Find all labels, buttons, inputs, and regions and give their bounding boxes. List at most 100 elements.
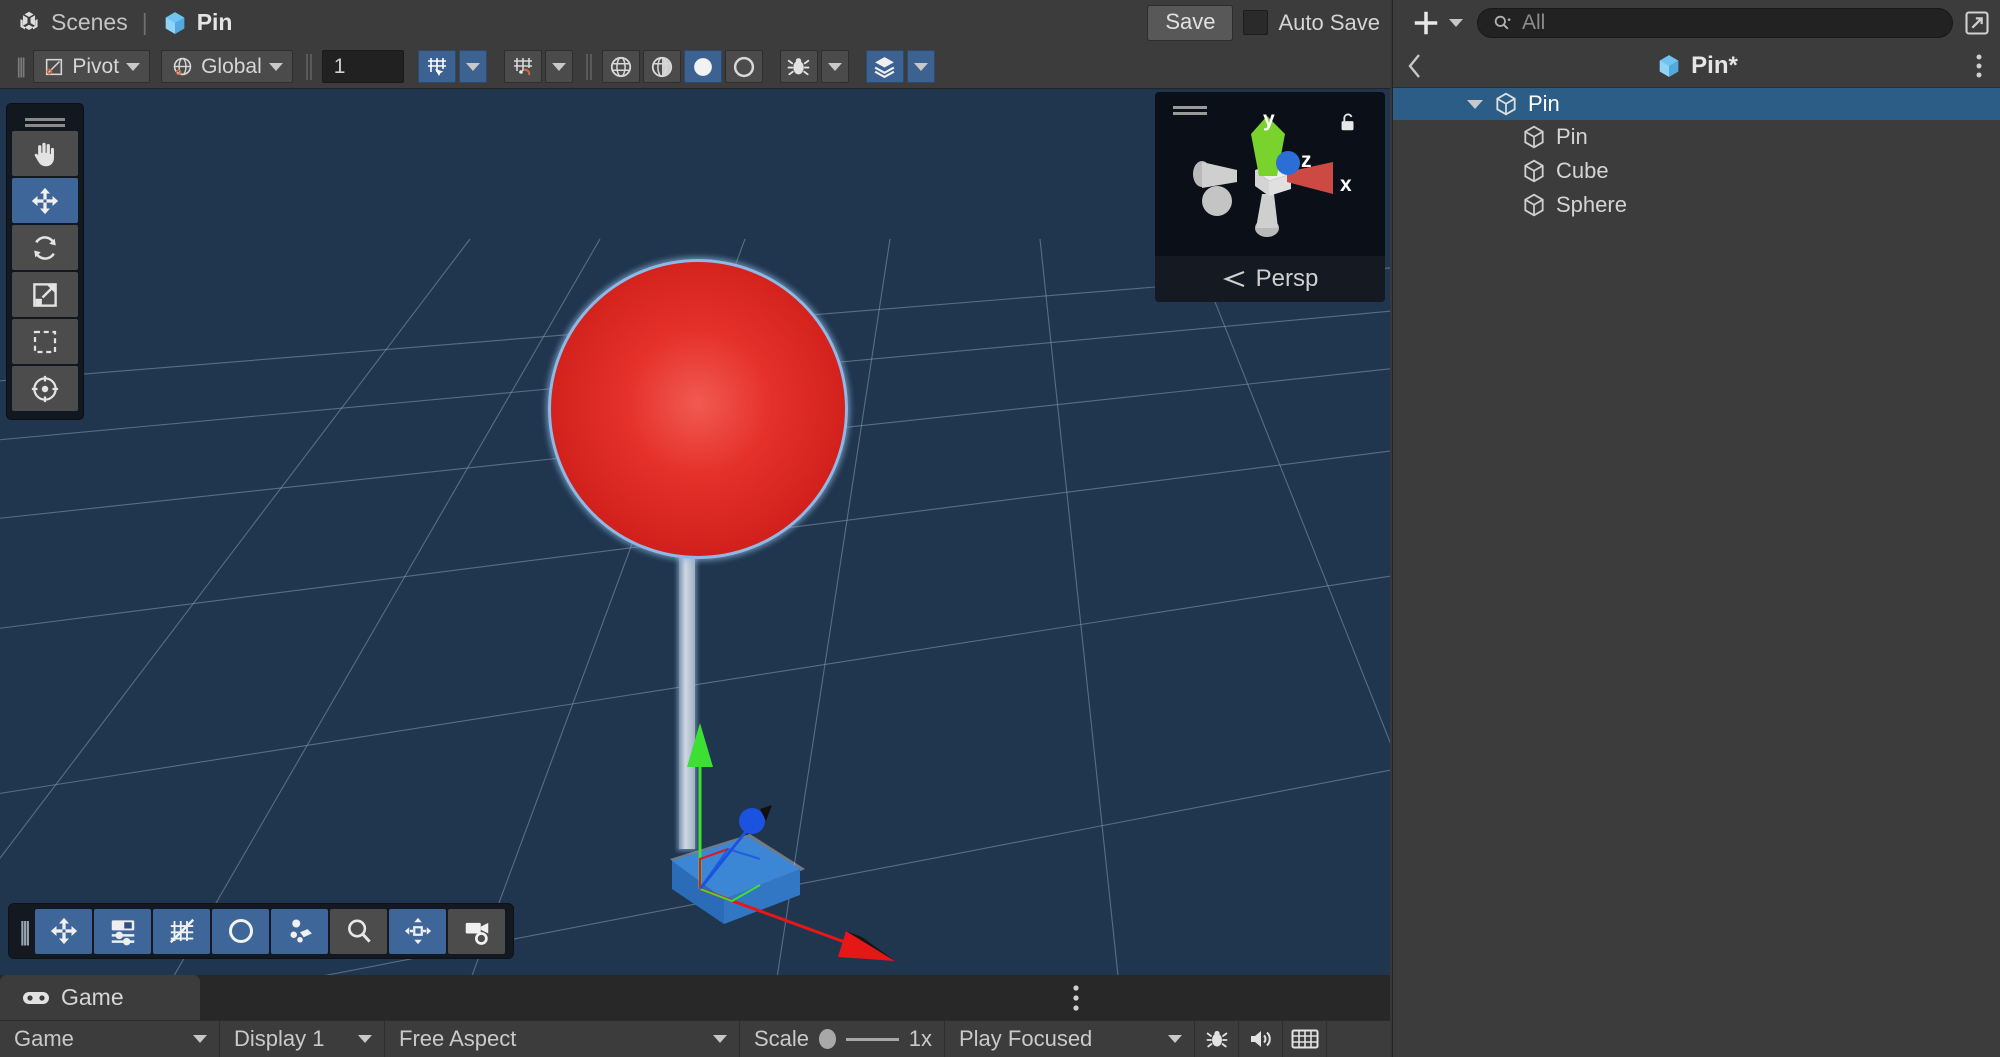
game-display-dropdown[interactable]: Display 1 [220,1020,385,1057]
move-arrows-icon [30,186,60,216]
overlay-toolbar-grip[interactable]: ||| [13,916,35,947]
breadcrumb-separator: | [141,9,148,35]
scene-view-camera-mode-button[interactable] [601,50,640,83]
game-panel-kebab-menu-icon[interactable] [1072,984,1080,1012]
grid-visibility-toggle[interactable] [503,50,542,83]
hierarchy-item-child-pin[interactable]: Pin [1393,120,2000,154]
rect-tool[interactable] [12,319,78,364]
hierarchy-prefab-header: Pin* [1393,45,2000,88]
chevron-down-icon [1449,18,1463,27]
rotate-tool[interactable] [12,225,78,270]
overlay-grid-and-snap[interactable] [153,908,211,954]
hierarchy-search-input[interactable]: All [1477,7,1953,38]
transform-tool[interactable] [12,366,78,411]
scene-visibility-toggle[interactable] [865,50,904,83]
scene-fx-toggle[interactable] [779,50,818,83]
chevron-down-icon [126,62,141,71]
hierarchy-item-child-sphere[interactable]: Sphere [1393,188,2000,222]
move-tool[interactable] [12,178,78,223]
overlay-orientation[interactable] [389,908,447,954]
gizmo-cone-neg-z [1202,186,1232,216]
scene-view-toolbar: ||| Pivot Global 1 [0,45,1390,89]
overlay-transform-tool[interactable] [35,908,93,954]
gizmo-cone-neg-x [1193,161,1237,188]
scene-orientation-gizmo[interactable]: y z x Persp [1155,92,1385,302]
scene-fx-dropdown[interactable] [820,50,849,83]
breadcrumb-scenes-label: Scenes [51,9,128,35]
game-scale-slider[interactable]: Scale 1x [740,1020,945,1057]
search-filter-icon[interactable] [1492,13,1512,33]
gizmo-projection-toggle[interactable]: Persp [1155,256,1385,302]
toolbar-grip-handle[interactable]: ||| [6,55,33,79]
scene-visibility-dropdown[interactable] [906,50,935,83]
gameobject-cube-icon [1521,192,1547,218]
prefab-cube-icon [162,10,188,36]
grid-snapping-toggle[interactable] [417,50,456,83]
grid-size-input[interactable]: 1 [321,50,404,83]
scale-icon [30,280,60,310]
hierarchy-add-button[interactable] [1407,8,1467,38]
handle-orientation-dropdown[interactable]: Global [161,50,293,83]
game-display-label: Display 1 [234,1026,325,1051]
grid-visibility-dropdown[interactable] [544,50,573,83]
plus-icon [1411,8,1441,38]
game-aspect-dropdown[interactable]: Free Aspect [385,1020,740,1057]
overlay-scene-view-effects[interactable] [271,908,329,954]
gizmo-axis-z-label[interactable]: z [1301,149,1312,173]
overlay-scene-view-lighting[interactable] [212,908,270,954]
open-in-window-icon[interactable] [1963,9,1991,37]
align-icon [403,916,433,946]
mute-audio-toggle[interactable] [1239,1020,1283,1057]
scene-viewport[interactable]: y z x Persp ||| [0,89,1390,975]
chevron-down-icon [1168,1035,1182,1043]
stats-grid-icon [1291,1028,1319,1050]
speaker-icon [1248,1027,1274,1051]
expand-triangle-icon[interactable] [1467,99,1483,109]
tab-game[interactable]: Game [0,975,200,1020]
save-button[interactable]: Save [1147,4,1234,41]
gizmo-axis-x-label[interactable]: x [1340,173,1352,197]
game-aspect-label: Free Aspect [399,1026,517,1051]
chevron-left-icon[interactable] [1407,53,1423,79]
tool-palette-drag-handle[interactable] [25,118,65,121]
stats-toggle[interactable] [1283,1020,1327,1057]
scene-view-shaded-wireframe-button[interactable] [642,50,681,83]
scale-slider-track[interactable] [846,1037,899,1041]
hierarchy-tree[interactable]: Pin Pin Cube Sphere [1393,88,2000,1057]
hierarchy-item-label: Pin [1528,91,1560,116]
sliders-icon [108,916,138,946]
hierarchy-item-child-cube[interactable]: Cube [1393,154,2000,188]
hierarchy-search-placeholder: All [1522,10,1546,34]
game-view-mode-dropdown[interactable]: Game [0,1020,220,1057]
breadcrumb-scene[interactable]: Pin [162,9,232,36]
chevron-down-icon [913,62,928,71]
selected-cube-and-move-gizmo[interactable] [600,709,920,975]
handle-orientation-label: Global [201,54,262,78]
gizmo-axis-y-label[interactable]: y [1263,108,1275,132]
overlay-search[interactable] [330,908,388,954]
scene-audio-toggle[interactable] [724,50,763,83]
gizmo-projection-label: Persp [1255,265,1319,292]
auto-save-checkbox[interactable] [1243,10,1269,35]
globe-icon [171,55,194,78]
pivot-mode-dropdown[interactable]: Pivot [33,50,151,83]
top-breadcrumb-bar: Scenes | Pin Save Auto Save [0,0,1390,45]
hierarchy-kebab-menu-icon[interactable] [1975,53,1983,79]
scale-tool[interactable] [12,272,78,317]
gizmos-bug-toggle[interactable] [1195,1020,1239,1057]
hand-tool[interactable] [12,131,78,176]
sphere-icon [226,916,256,946]
toolbar-divider [305,53,308,80]
overlay-cameras[interactable] [448,908,506,954]
breadcrumb-scenes[interactable]: Scenes [16,9,128,36]
dark-sphere-icon [731,54,757,80]
game-play-mode-label: Play Focused [959,1026,1093,1051]
transform-icon [30,374,60,404]
grid-snapping-dropdown[interactable] [458,50,487,83]
scene-lighting-toggle[interactable] [683,50,722,83]
scale-slider-knob[interactable] [819,1029,837,1049]
grid-snap-icon [425,55,449,79]
overlay-tool-settings[interactable] [94,908,152,954]
hierarchy-item-root[interactable]: Pin [1393,88,2000,120]
game-play-mode-dropdown[interactable]: Play Focused [945,1020,1195,1057]
